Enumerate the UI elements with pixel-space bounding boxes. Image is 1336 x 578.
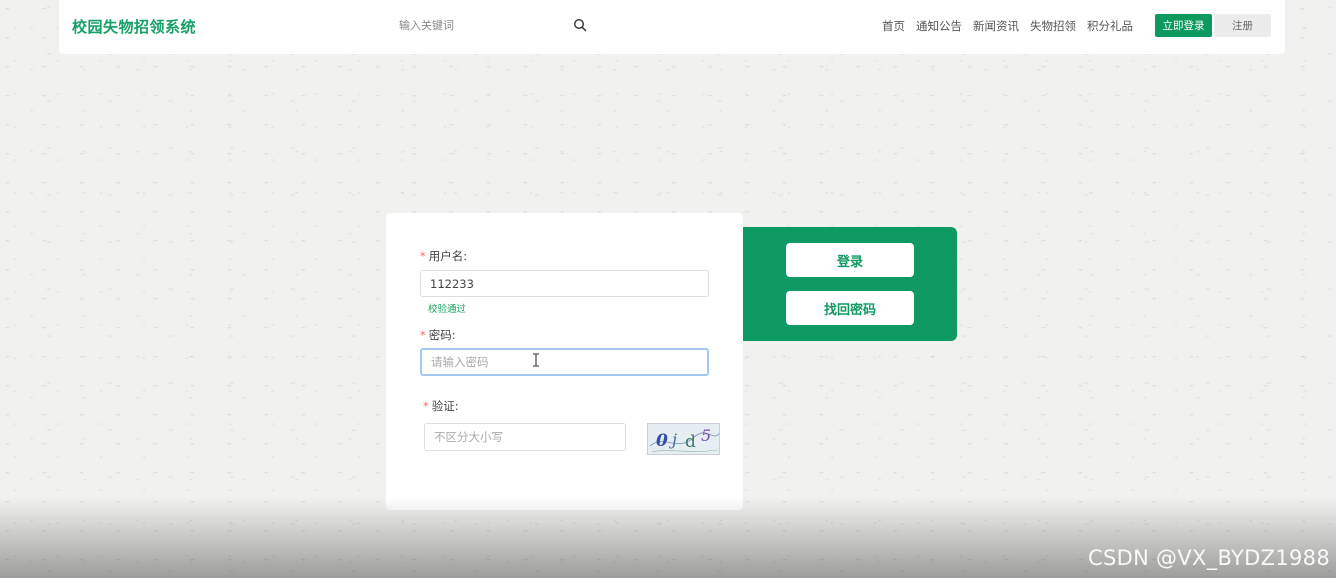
captcha-char: 5	[701, 426, 711, 445]
action-panel: 登录 找回密码	[735, 227, 957, 341]
username-validation-hint: 校验通过	[428, 304, 467, 315]
username-label: * 用户名:	[420, 249, 468, 263]
captcha-char: j	[669, 430, 677, 449]
search-icon[interactable]	[573, 18, 587, 32]
recover-password-button[interactable]: 找回密码	[786, 291, 914, 325]
captcha-label: * 验证:	[423, 399, 459, 413]
watermark: CSDN @VX_BYDZ1988	[1088, 546, 1330, 570]
main-nav: 首页 通知公告 新闻资讯 失物招领 积分礼品	[882, 18, 1144, 34]
nav-home[interactable]: 首页	[882, 18, 905, 34]
captcha-char: d	[685, 432, 696, 452]
required-star: *	[423, 399, 429, 413]
required-star: *	[420, 328, 426, 342]
nav-notices[interactable]: 通知公告	[916, 18, 962, 34]
top-navbar: 校园失物招领系统 首页 通知公告 新闻资讯 失物招领 积分礼品 立即登录 注册	[59, 0, 1285, 54]
text-cursor-icon	[533, 353, 539, 367]
required-star: *	[420, 249, 426, 263]
captcha-image[interactable]: 0 j d 5	[647, 423, 720, 455]
password-field[interactable]	[420, 348, 709, 376]
username-field[interactable]	[420, 270, 709, 297]
search-box	[389, 11, 589, 39]
header-register-button[interactable]: 注册	[1214, 14, 1271, 37]
header-login-button[interactable]: 立即登录	[1155, 14, 1212, 37]
captcha-char: 0	[656, 431, 668, 451]
nav-news[interactable]: 新闻资讯	[973, 18, 1019, 34]
nav-points-gifts[interactable]: 积分礼品	[1087, 18, 1133, 34]
nav-lost-found[interactable]: 失物招领	[1030, 18, 1076, 34]
login-button[interactable]: 登录	[786, 243, 914, 277]
login-form: *用户名: 校验通过 *密码: *验证: 0 j d 5	[386, 213, 743, 510]
search-input[interactable]	[399, 11, 564, 39]
captcha-field[interactable]	[424, 423, 626, 451]
password-label: * 密码:	[420, 328, 456, 342]
site-title[interactable]: 校园失物招领系统	[72, 16, 196, 37]
